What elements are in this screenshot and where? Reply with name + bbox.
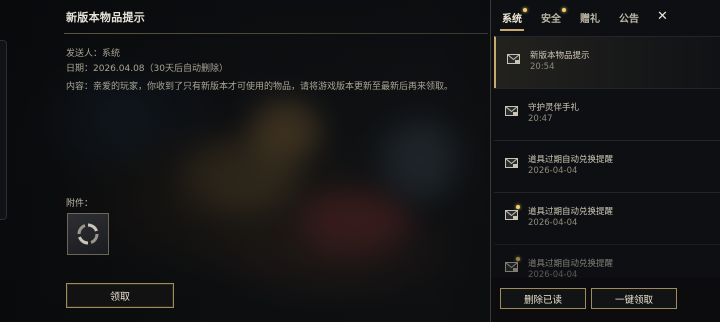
- mail-item-title: 道具过期自动兑换提醒: [528, 259, 614, 269]
- tab-system-label: 系统: [502, 14, 522, 25]
- mail-panel: 系统 安全 赠礼 公告 ✕ 新版本物品提示 20:54 守护灵伴手礼 20:47…: [490, 0, 720, 322]
- mail-item-3[interactable]: 道具过期自动兑换提醒 2026-04-04: [494, 192, 720, 244]
- tab-announcement-label: 公告: [619, 14, 639, 25]
- mail-item-2[interactable]: 道具过期自动兑换提醒 2026-04-04: [494, 140, 720, 192]
- mail-item-1[interactable]: 守护灵伴手礼 20:47: [494, 88, 720, 140]
- mail-item-time: 20:54: [530, 62, 555, 72]
- mail-item-title: 守护灵伴手礼: [528, 103, 580, 113]
- tab-gift[interactable]: 赠礼: [580, 10, 600, 25]
- mail-envelope-icon: [505, 262, 518, 272]
- mail-detail-title: 新版本物品提示: [66, 11, 146, 24]
- mail-detail: 新版本物品提示 发送人：系统 日期：2026.04.08（30天后自动删除） 内…: [54, 0, 488, 322]
- side-edge-handle: [0, 40, 7, 220]
- claim-all-button[interactable]: 一键领取: [591, 288, 677, 309]
- claim-button[interactable]: 领取: [66, 283, 174, 308]
- mail-item-time: 20:47: [528, 114, 553, 124]
- mail-sender: 发送人：系统: [66, 49, 121, 59]
- mail-date: 日期：2026.04.08（30天后自动删除）: [66, 64, 228, 74]
- mail-envelope-icon: [505, 210, 518, 220]
- mail-item-title: 道具过期自动兑换提醒: [528, 155, 614, 165]
- close-icon[interactable]: ✕: [657, 9, 668, 24]
- mail-envelope-icon: [505, 158, 518, 168]
- mail-item-title: 道具过期自动兑换提醒: [528, 207, 614, 217]
- tab-gift-label: 赠礼: [580, 14, 600, 25]
- refresh-item-icon: [77, 223, 99, 245]
- title-divider: [64, 33, 488, 34]
- mail-item-time: 2026-04-04: [528, 218, 578, 228]
- mail-item-time: 2026-04-04: [528, 270, 578, 278]
- delete-read-button[interactable]: 删除已读: [500, 288, 586, 309]
- tab-security-label: 安全: [541, 14, 561, 25]
- tab-security[interactable]: 安全: [541, 8, 566, 25]
- tab-announcement[interactable]: 公告: [619, 10, 639, 25]
- mail-item-title: 新版本物品提示: [530, 51, 590, 61]
- mail-item-time: 2026-04-04: [528, 166, 578, 176]
- active-tab-indicator: [500, 29, 524, 31]
- mail-envelope-icon: [507, 54, 520, 64]
- mail-list[interactable]: 新版本物品提示 20:54 守护灵伴手礼 20:47 道具过期自动兑换提醒 20…: [491, 36, 720, 278]
- new-dot-icon: [562, 8, 566, 12]
- mail-envelope-icon: [505, 106, 518, 116]
- attachment-item-slot[interactable]: [67, 213, 109, 255]
- mail-item-0[interactable]: 新版本物品提示 20:54: [494, 36, 720, 88]
- mail-content: 内容：亲爱的玩家，你收到了只有新版本才可使用的物品，请将游戏版本更新至最新后再来…: [66, 82, 454, 92]
- mail-actions-bar: 删除已读 一键领取: [491, 278, 720, 322]
- unread-dot-icon: [516, 257, 520, 261]
- mail-tabs: 系统 安全 赠礼 公告 ✕: [491, 0, 720, 34]
- tab-system[interactable]: 系统: [502, 8, 527, 25]
- unread-dot-icon: [516, 205, 520, 209]
- mail-item-4[interactable]: 道具过期自动兑换提醒 2026-04-04: [494, 244, 720, 278]
- new-dot-icon: [523, 8, 527, 12]
- attachment-label: 附件：: [66, 199, 94, 209]
